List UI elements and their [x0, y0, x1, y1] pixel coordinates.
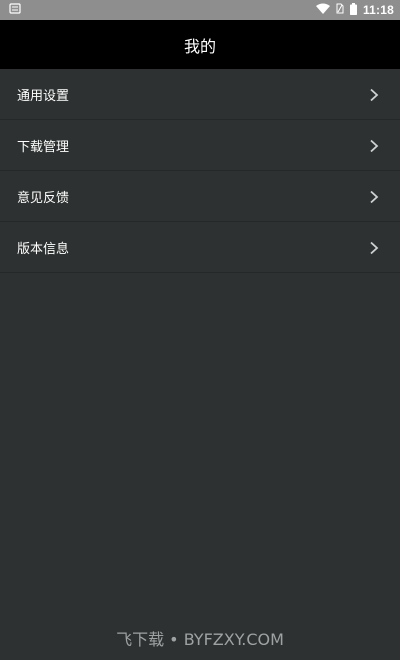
chevron-right-icon — [368, 87, 380, 102]
menu-item-label: 通用设置 — [17, 88, 70, 104]
chevron-right-icon — [368, 138, 380, 153]
menu-item-version-info[interactable]: 版本信息 — [0, 222, 400, 273]
sim-icon — [336, 3, 344, 17]
page-title: 我的 — [183, 36, 216, 56]
menu-item-label: 意见反馈 — [17, 190, 70, 206]
header: 我的 — [0, 20, 400, 69]
status-time: 11:18 — [362, 3, 394, 17]
chevron-right-icon — [368, 189, 380, 204]
chevron-right-icon — [368, 240, 380, 255]
menu-item-label: 下载管理 — [17, 139, 70, 155]
menu-item-feedback[interactable]: 意见反馈 — [0, 171, 400, 222]
notification-icon — [9, 3, 21, 14]
watermark: 飞下载 • BYFZXY.COM — [116, 630, 284, 649]
wifi-icon — [315, 3, 330, 17]
status-bar: 11:18 — [0, 0, 400, 20]
menu-list: 通用设置 下载管理 意见反馈 版本信息 — [0, 69, 400, 273]
menu-item-download-management[interactable]: 下载管理 — [0, 120, 400, 171]
menu-item-label: 版本信息 — [17, 241, 70, 257]
menu-item-general-settings[interactable]: 通用设置 — [0, 69, 400, 120]
battery-icon — [349, 2, 357, 18]
status-icons: 11:18 — [315, 0, 394, 20]
